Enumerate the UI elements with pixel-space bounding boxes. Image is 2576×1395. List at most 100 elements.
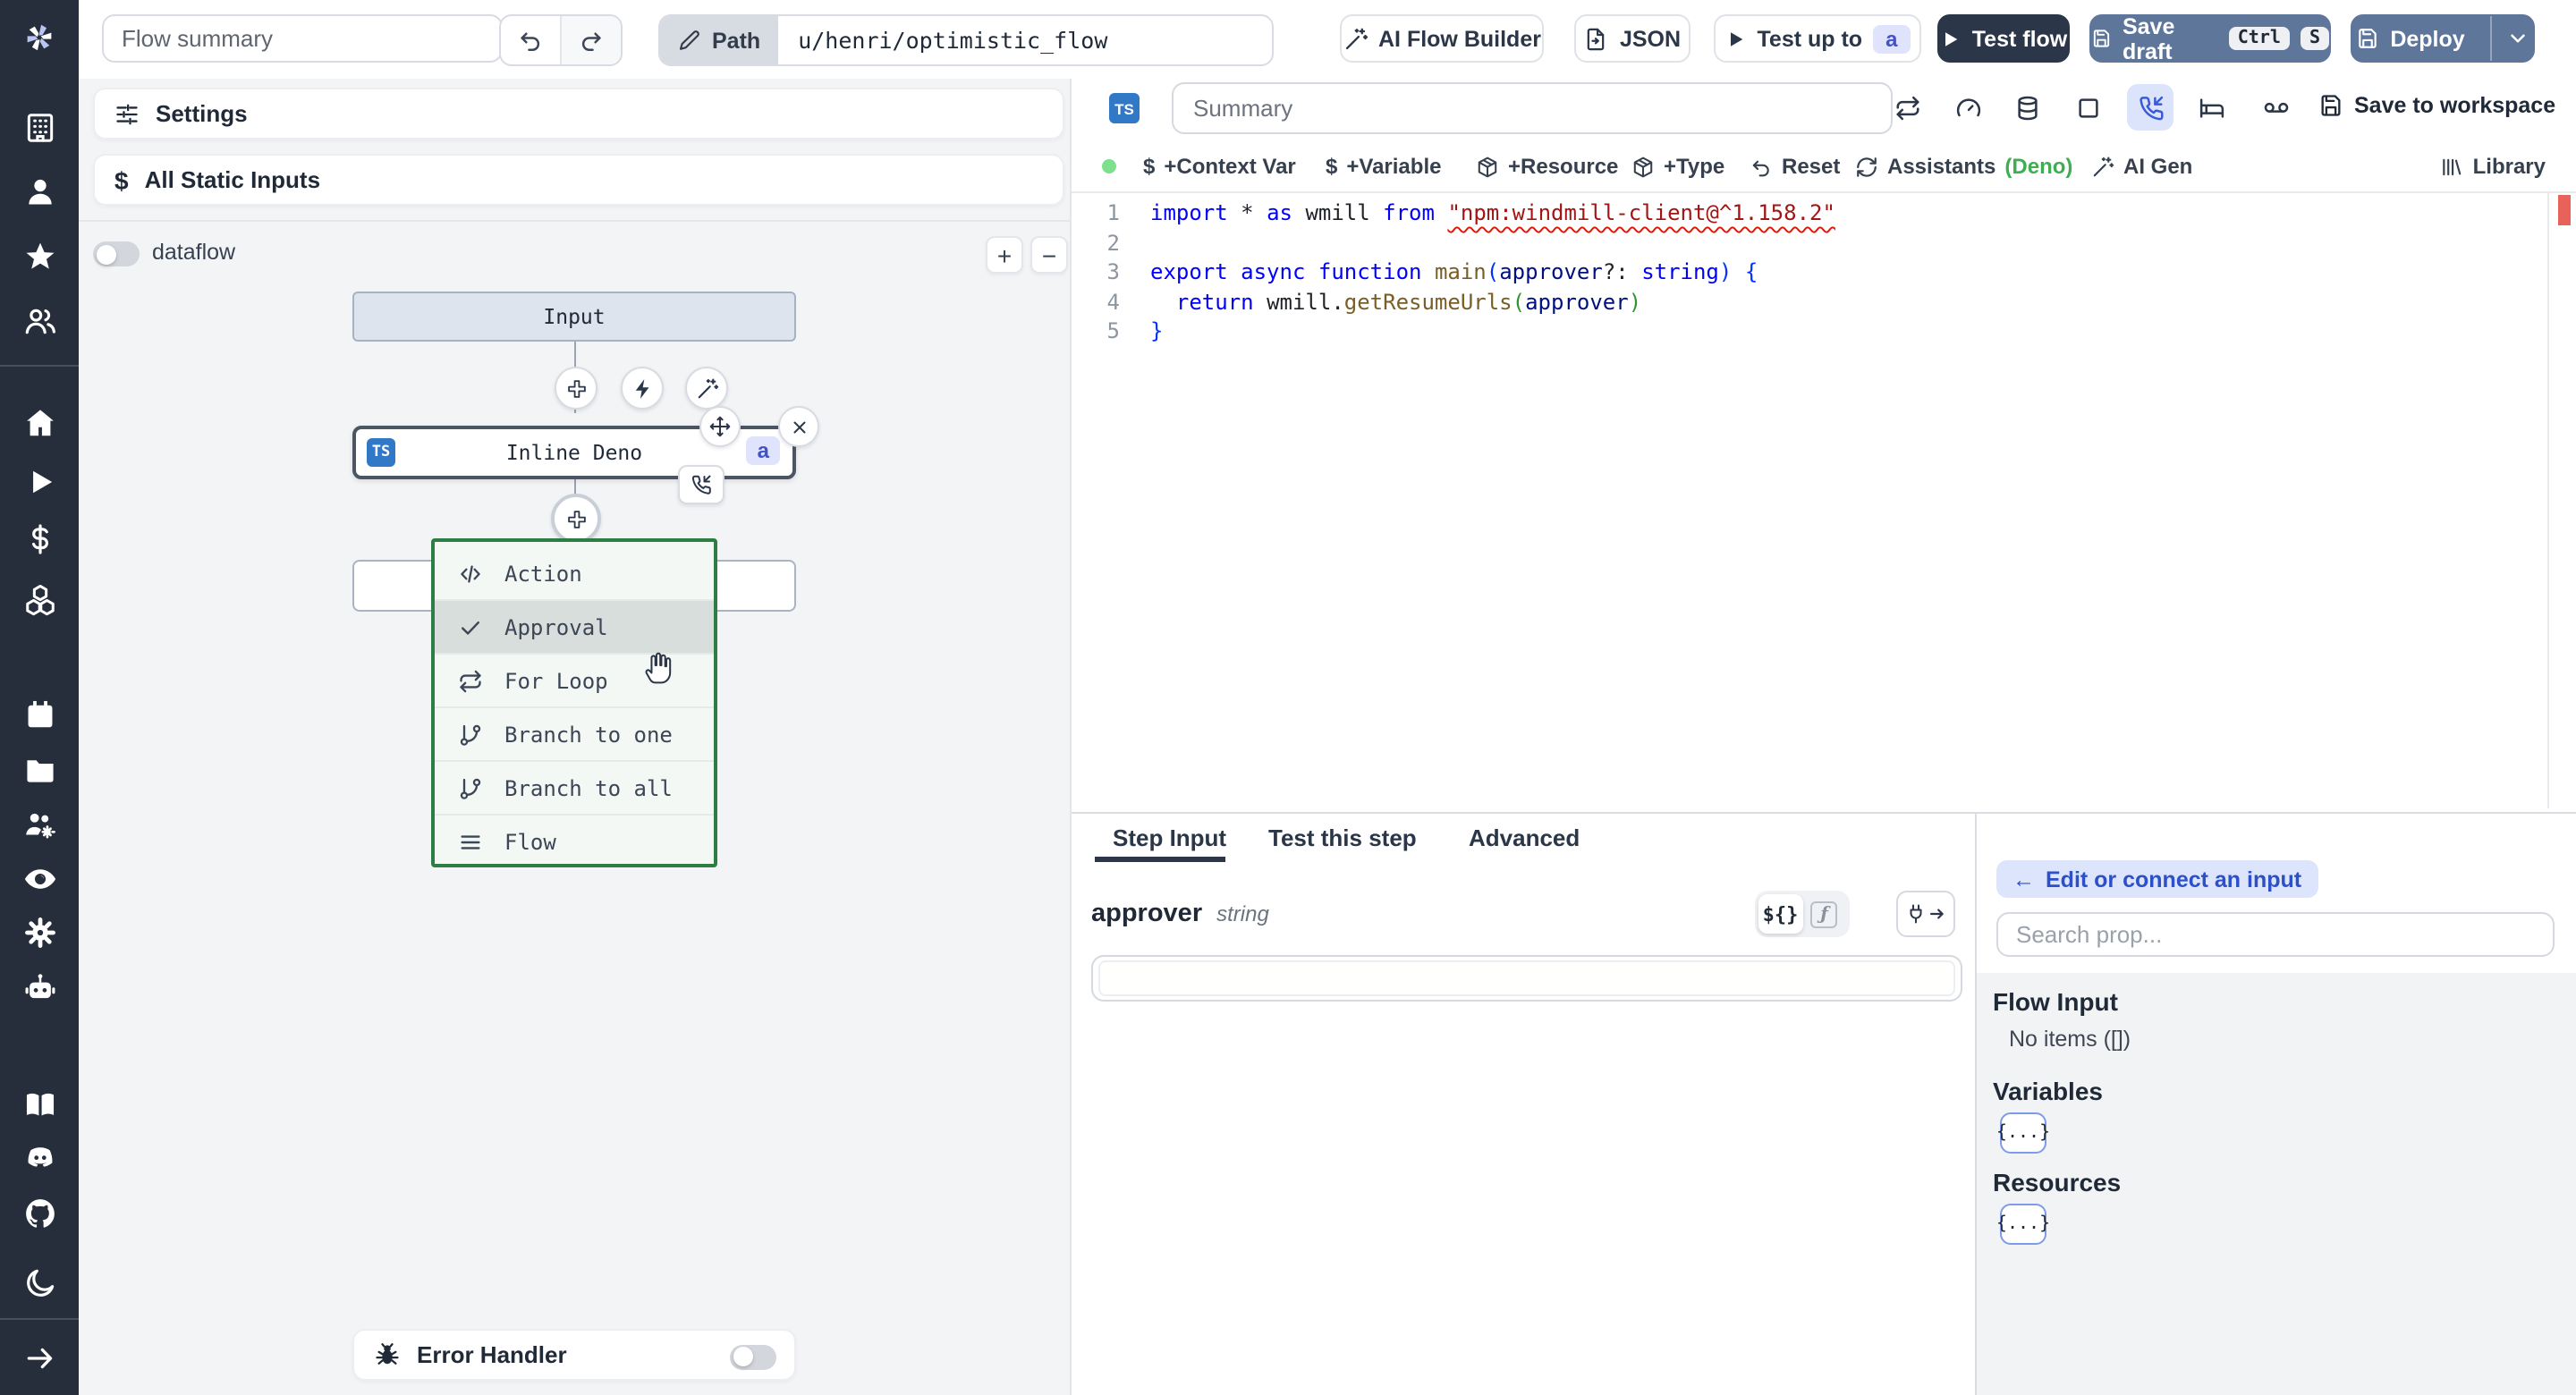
all-static-inputs-button[interactable]: $ All Static Inputs [93,154,1064,206]
retries-icon-button[interactable] [1884,84,1930,131]
wand-icon [1343,26,1368,51]
ai-flow-builder-button[interactable]: AI Flow Builder [1340,14,1544,63]
workspace-building-icon[interactable] [22,111,56,145]
menu-item-branch-to-all[interactable]: Branch to all [435,760,714,814]
test-up-to-button[interactable]: Test up to a [1714,14,1921,63]
groups-admin-icon[interactable] [22,808,56,842]
code-line: 3 export async function main(approver?: s… [1106,259,1758,284]
discord-icon[interactable] [22,1141,56,1175]
windmill-logo-icon[interactable] [21,20,57,55]
step-summary-input[interactable]: Summary [1172,82,1893,134]
sliders-icon [114,101,140,126]
move-node-button[interactable] [699,406,741,447]
chevron-down-icon[interactable] [2506,27,2529,50]
workers-bot-icon[interactable] [22,971,56,1005]
active-tab-underline [1095,857,1225,861]
settings-gear-icon[interactable] [22,916,56,950]
save-draft-button[interactable]: Save draft Ctrl S [2089,13,2331,63]
code-editor[interactable]: 1 import * as wmill from "npm:windmill-cl… [1072,199,2538,346]
menu-item-flow[interactable]: Flow [435,814,714,867]
schedules-calendar-icon[interactable] [22,698,56,731]
ai-generate-step-button[interactable] [685,367,728,410]
path-value: u/henri/optimistic_flow [798,27,1108,54]
delete-node-button[interactable] [778,406,819,447]
expand-sidebar-arrow-icon[interactable] [22,1341,56,1375]
zoom-out-button[interactable]: − [1030,236,1068,274]
variables-dollar-icon[interactable] [22,522,56,556]
flow-input-node[interactable]: Input [352,292,796,342]
add-resource-button[interactable]: +Resource [1476,152,1618,181]
user-icon[interactable] [22,175,56,209]
library-button[interactable]: Library [2441,152,2546,181]
assistants-button[interactable]: Assistants (Deno) [1855,152,2072,181]
database-icon [2013,94,2040,121]
flow-settings-button[interactable]: Settings [93,88,1064,140]
github-icon[interactable] [22,1196,56,1230]
edit-or-connect-button[interactable]: ← Edit or connect an input [1996,860,2318,898]
menu-item-approval[interactable]: Approval [435,599,714,653]
test-flow-button[interactable]: Test flow [1937,14,2070,63]
tab-advanced[interactable]: Advanced [1469,814,1580,860]
tab-step-input[interactable]: Step Input [1113,814,1226,860]
hand-cursor [640,647,680,687]
path-group[interactable]: Path u/henri/optimistic_flow [658,14,1274,66]
menu-item-action[interactable]: Action [435,547,714,599]
add-step-plus-button[interactable] [551,494,601,544]
dark-mode-moon-icon[interactable] [22,1266,56,1300]
resources-object-chip[interactable]: {...} [1996,1204,2050,1245]
approver-value-field[interactable] [1091,955,1962,1002]
add-type-button[interactable]: +Type [1631,152,1724,181]
concurrency-voicemail-button[interactable] [2252,84,2299,131]
save-icon [2318,93,2343,118]
home-icon[interactable] [22,406,56,440]
error-handler-toggle[interactable] [730,1344,776,1369]
sidebar-divider [0,365,79,367]
git-branch-icon [458,722,483,747]
variables-object-chip[interactable]: {...} [1996,1112,2050,1154]
docs-book-icon[interactable] [22,1087,56,1121]
redo-button[interactable] [560,16,621,64]
error-overview-mark [2558,195,2571,225]
dataflow-toggle[interactable] [93,241,140,266]
phone-incoming-icon [2137,94,2164,121]
users-group-icon[interactable] [22,304,56,338]
dataflow-label: dataflow [152,240,236,265]
menu-item-branch-to-one[interactable]: Branch to one [435,706,714,760]
folders-icon[interactable] [22,753,56,787]
reset-button[interactable]: Reset [1750,152,1840,181]
early-stop-gauge-button[interactable] [1945,84,1991,131]
plus-icon [564,376,588,400]
deploy-button[interactable]: Deploy [2351,14,2535,63]
cache-database-button[interactable] [2004,84,2050,131]
flow-summary-input[interactable]: Flow summary [102,14,503,63]
ai-gen-button[interactable]: AI Gen [2091,152,2192,181]
zoom-in-button[interactable]: + [986,236,1023,274]
add-context-var-button[interactable]: $ +Context Var [1143,152,1296,181]
mock-square-button[interactable] [2064,84,2111,131]
save-to-workspace-button[interactable]: Save to workspace [2318,93,2555,118]
template-mode-option[interactable]: ${} [1758,894,1802,934]
error-handler-node[interactable]: Error Handler [352,1329,796,1381]
suspend-phone-button[interactable] [2127,84,2174,131]
favorites-star-icon[interactable] [22,240,56,274]
bug-icon [374,1341,401,1368]
tab-test-this-step[interactable]: Test this step [1268,814,1417,860]
insert-step-button[interactable] [555,367,597,410]
add-variable-button[interactable]: $ +Variable [1326,152,1441,181]
trigger-bolt-button[interactable] [621,367,664,410]
language-status-dot [1102,159,1116,173]
library-icon [2441,155,2464,178]
json-button[interactable]: JSON [1574,14,1690,63]
function-mode-option[interactable]: ƒ [1802,894,1846,934]
resources-boxes-icon[interactable] [22,583,56,617]
sleep-bed-button[interactable] [2188,84,2234,131]
repeat-icon [458,668,483,693]
code-line: 5} [1106,318,1164,343]
wand-icon [2091,155,2114,178]
runs-play-icon[interactable] [22,465,56,499]
bars-icon [458,829,483,854]
connect-input-plug-button[interactable] [1896,891,1955,937]
audit-eye-icon[interactable] [22,862,56,896]
search-prop-input[interactable]: Search prop... [1996,912,2555,957]
undo-button[interactable] [501,16,560,64]
